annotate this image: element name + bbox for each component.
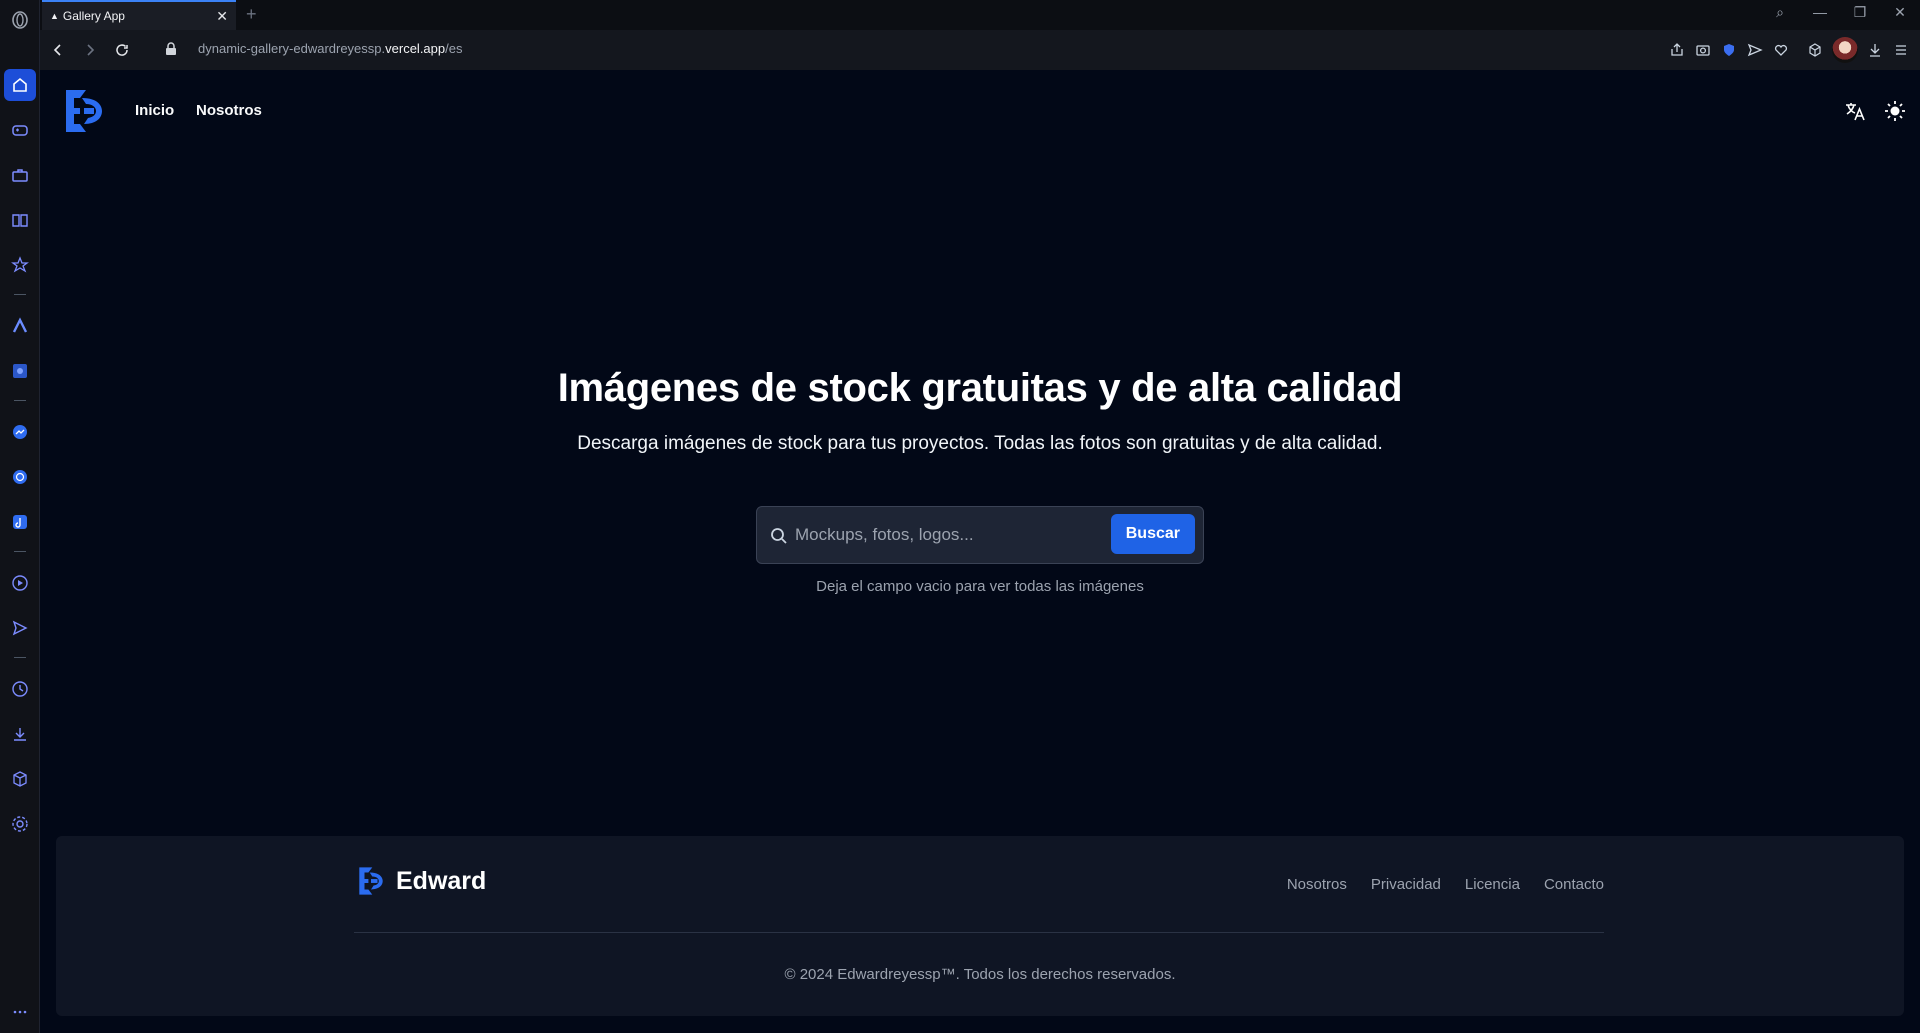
search-tabs-icon[interactable]: ⌕ [1760, 4, 1800, 21]
extension-icon[interactable] [4, 355, 36, 387]
triangle-favicon-icon: ▲ [50, 11, 59, 21]
url-domain: vercel.app [385, 41, 446, 56]
send-icon[interactable] [4, 612, 36, 644]
search-bar: Buscar [756, 506, 1204, 564]
share-icon[interactable] [1668, 41, 1686, 59]
download-icon[interactable] [1866, 41, 1884, 59]
footer-link-privacidad[interactable]: Privacidad [1371, 876, 1441, 893]
book-icon[interactable] [4, 204, 36, 236]
hero-subtitle: Descarga imágenes de stock para tus proy… [577, 433, 1383, 454]
history-icon[interactable] [4, 673, 36, 705]
tab-gallery-app[interactable]: ▲ Gallery App ✕ [42, 0, 236, 30]
page-content: Inicio Nosotros Imágenes de stock gratui… [40, 70, 1920, 1033]
reload-icon[interactable] [106, 34, 138, 66]
lock-icon[interactable] [165, 42, 177, 61]
settings-icon[interactable] [4, 808, 36, 840]
footer-logo-icon [359, 867, 383, 895]
aria-icon[interactable] [4, 310, 36, 342]
search-input[interactable] [795, 515, 1115, 555]
shield-icon[interactable] [1720, 41, 1738, 59]
footer: Edward Nosotros Privacidad Licencia Cont… [56, 836, 1904, 1016]
gamepad-icon[interactable] [4, 114, 36, 146]
camera-icon[interactable] [1694, 41, 1712, 59]
nav-link-nosotros[interactable]: Nosotros [196, 102, 262, 119]
footer-links: Nosotros Privacidad Licencia Contacto [1287, 876, 1604, 893]
briefcase-icon[interactable] [4, 159, 36, 191]
search-icon [771, 528, 787, 544]
forward-icon[interactable] [74, 34, 106, 66]
toolbar-icons [1668, 37, 1910, 63]
nav-link-inicio[interactable]: Inicio [135, 102, 174, 119]
tab-strip: ▲ Gallery App ✕ + ⌕ — ❐ ✕ [40, 0, 1920, 30]
cube-icon[interactable] [4, 763, 36, 795]
url-field[interactable]: dynamic-gallery-edwardreyessp.vercel.app… [198, 41, 462, 56]
close-window-icon[interactable]: ✕ [1880, 4, 1920, 21]
search-hint: Deja el campo vacio para ver todas las i… [816, 578, 1144, 595]
minimize-icon[interactable]: — [1800, 4, 1840, 21]
url-path: /es [445, 41, 463, 56]
cube-icon[interactable] [1806, 41, 1824, 59]
footer-copyright: © 2024 Edwardreyessp™. Todos los derecho… [784, 966, 1176, 983]
url-prefix: dynamic-gallery-edwardreyessp. [198, 41, 386, 56]
search-button[interactable]: Buscar [1110, 514, 1195, 554]
avatar[interactable] [1832, 37, 1858, 63]
heart-icon[interactable] [1772, 41, 1790, 59]
footer-link-contacto[interactable]: Contacto [1544, 876, 1604, 893]
player-icon[interactable] [4, 567, 36, 599]
theme-toggle-icon[interactable] [1884, 100, 1906, 122]
footer-brand-name: Edward [396, 866, 487, 895]
home-icon[interactable] [4, 69, 36, 101]
opera-logo-icon[interactable] [4, 4, 36, 36]
site-header: Inicio Nosotros [40, 70, 1920, 152]
more-icon[interactable] [4, 996, 36, 1028]
footer-brand[interactable]: Edward [358, 866, 486, 896]
whatsapp-icon[interactable] [4, 461, 36, 493]
hero: Imágenes de stock gratuitas y de alta ca… [40, 366, 1920, 455]
site-logo-icon[interactable] [64, 88, 104, 134]
address-bar: dynamic-gallery-edwardreyessp.vercel.app… [40, 30, 1920, 70]
browser-sidebar [0, 0, 40, 1033]
new-tab-icon[interactable]: + [246, 4, 257, 25]
back-icon[interactable] [42, 34, 74, 66]
downloads-icon[interactable] [4, 718, 36, 750]
footer-link-licencia[interactable]: Licencia [1465, 876, 1520, 893]
send-icon[interactable] [1746, 41, 1764, 59]
header-actions [1844, 100, 1906, 122]
tiktok-icon[interactable] [4, 506, 36, 538]
window-controls: ⌕ — ❐ ✕ [1760, 4, 1920, 21]
footer-link-nosotros[interactable]: Nosotros [1287, 876, 1347, 893]
close-tab-icon[interactable]: ✕ [216, 8, 228, 25]
messenger-icon[interactable] [4, 416, 36, 448]
star-icon[interactable] [4, 249, 36, 281]
menu-icon[interactable] [1892, 41, 1910, 59]
footer-divider [354, 932, 1604, 933]
restore-icon[interactable]: ❐ [1840, 4, 1880, 21]
tab-title: Gallery App [62, 9, 125, 23]
hero-title: Imágenes de stock gratuitas y de alta ca… [557, 366, 1403, 410]
translate-icon[interactable] [1844, 100, 1866, 122]
